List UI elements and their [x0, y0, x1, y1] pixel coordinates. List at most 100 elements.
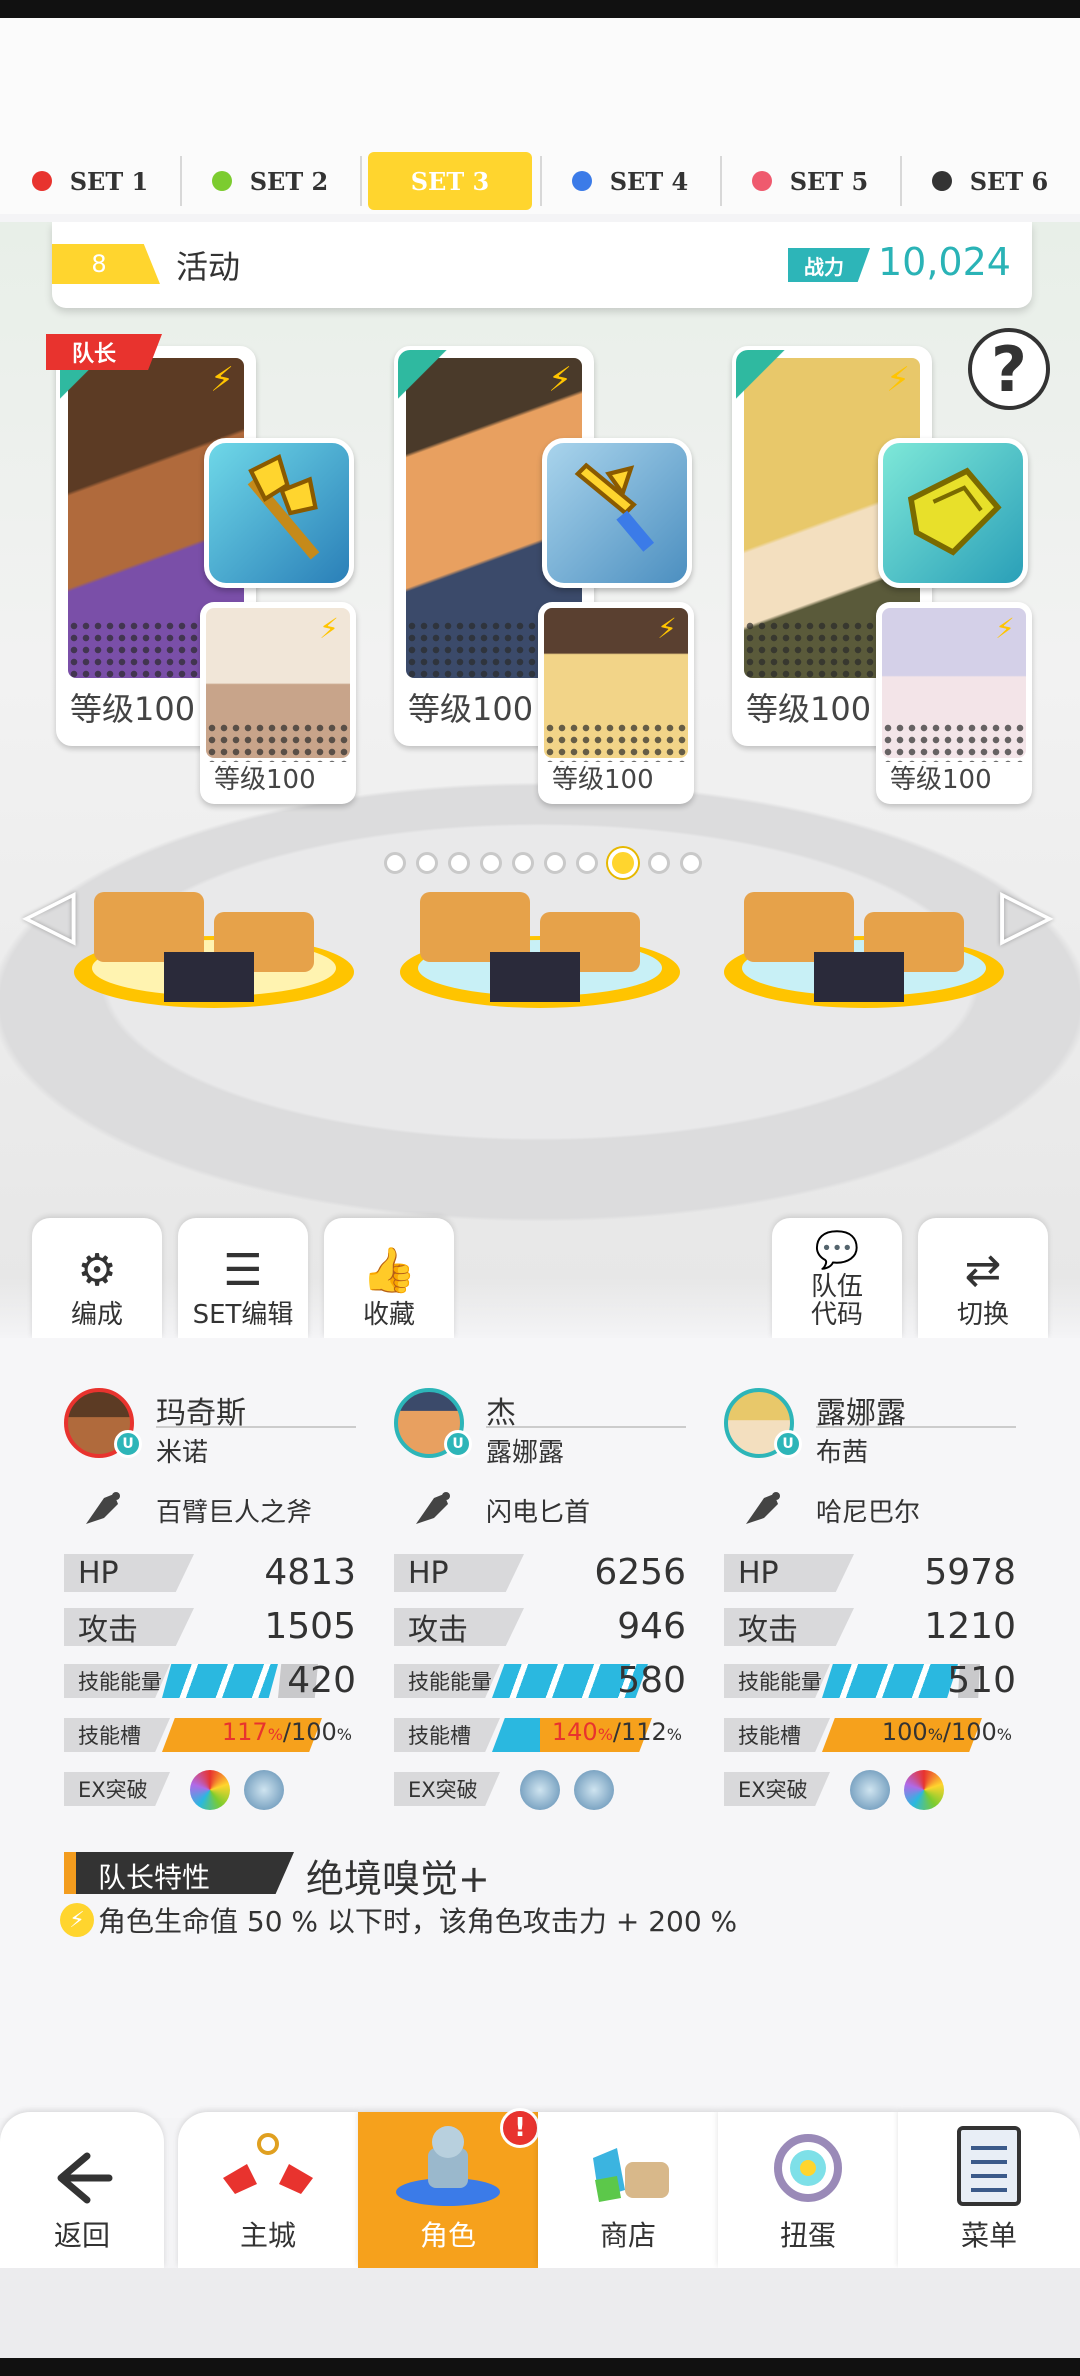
page-dot[interactable] — [448, 852, 470, 874]
tab-set-1[interactable]: SET 1 — [0, 148, 180, 214]
team-number: 8 — [52, 244, 160, 284]
slot-current: 140 — [551, 1718, 598, 1746]
lightning-icon: ⚡ — [657, 612, 677, 645]
switch-button[interactable]: ⇄ 切换 — [918, 1218, 1048, 1338]
notification-badge: ! — [500, 2108, 540, 2148]
skill-slot-label: 技能槽 — [64, 1718, 170, 1752]
sub-hero-3[interactable]: ⚡ 等级100 — [876, 602, 1032, 804]
leader-skill-text: 角色生命值 50 % 以下时，该角色攻击力 + 200 % — [98, 1905, 738, 1938]
hp-label: HP — [724, 1554, 854, 1592]
page-dot[interactable] — [680, 852, 702, 874]
page-dot-active[interactable] — [608, 848, 638, 878]
skill-energy-stat: 技能能量 510 — [724, 1660, 1016, 1702]
help-icon[interactable]: ? — [968, 328, 1050, 410]
u-badge-icon: U — [774, 1430, 802, 1458]
lightning-icon: ⚡ — [319, 612, 339, 645]
tab-set-5[interactable]: SET 5 — [720, 148, 900, 214]
page-dot[interactable] — [576, 852, 598, 874]
attack-stat: 攻击 1210 — [724, 1606, 1016, 1648]
prev-arrow-icon[interactable]: ◁ — [22, 872, 76, 954]
page-dot[interactable] — [512, 852, 534, 874]
hero-level: 等级100 — [408, 690, 534, 728]
skill-slot-label: 技能槽 — [724, 1718, 830, 1752]
rarity-stars-icon — [736, 350, 796, 410]
gauntlet-icon — [907, 467, 1002, 556]
skill-slot-stat: 技能槽 100%/100% — [724, 1714, 1016, 1756]
top-spacer — [0, 18, 1080, 148]
character-icon — [396, 2126, 500, 2206]
formation-button[interactable]: ⚙ 编成 — [32, 1218, 162, 1338]
skill-energy-value: 420 — [287, 1660, 356, 1701]
nav-gacha[interactable]: 扭蛋 — [718, 2112, 898, 2268]
sub-hero-name: 米诺 — [156, 1438, 209, 1468]
divider — [156, 1426, 356, 1428]
nav-town[interactable]: 主城 — [178, 2112, 358, 2268]
formation-platform-1[interactable] — [64, 872, 364, 1012]
nav-character[interactable]: 角色 ! — [358, 2108, 540, 2268]
back-button[interactable]: 返回 — [0, 2112, 164, 2268]
weapon-slot-3[interactable] — [878, 438, 1028, 588]
favorites-button[interactable]: 👍 收藏 — [324, 1218, 454, 1338]
axe-icon — [247, 454, 320, 560]
hero-level: 等级100 — [70, 690, 196, 728]
leader-tag: 队长 — [46, 334, 162, 370]
sub-hero-name: 布茜 — [816, 1438, 869, 1468]
weapon-slot-2[interactable] — [542, 438, 692, 588]
skill-slot-label: 技能槽 — [394, 1718, 500, 1752]
hp-value: 5978 — [924, 1552, 1016, 1593]
tab-set-3[interactable]: SET 3 — [360, 148, 540, 214]
back-arrow-icon — [57, 2152, 113, 2204]
skill-energy-bar — [162, 1664, 278, 1698]
team-name[interactable]: 活动 — [176, 242, 240, 288]
weapon-slot-icon — [416, 1492, 450, 1524]
slot-max: /100 — [942, 1718, 997, 1746]
hp-stat: HP 6256 — [394, 1552, 686, 1594]
page-dot[interactable] — [416, 852, 438, 874]
weapon-name: 闪电匕首 — [486, 1498, 591, 1528]
lightning-icon: ⚡ — [995, 612, 1015, 645]
tab-label: SET 4 — [609, 166, 689, 196]
tab-label: SET 2 — [249, 166, 329, 196]
skill-energy-label: 技能能量 — [394, 1664, 500, 1698]
nav-menu[interactable]: 菜单 — [898, 2112, 1080, 2268]
next-arrow-icon[interactable]: ▷ — [1000, 872, 1054, 954]
gacha-label: 扭蛋 — [779, 2219, 836, 2252]
divider — [486, 1426, 686, 1428]
attack-label: 攻击 — [64, 1608, 194, 1646]
sub-hero-name: 露娜露 — [486, 1438, 565, 1468]
shop-label: 商店 — [599, 2219, 656, 2252]
bottom-nav: 返回 主城 角色 ! 商店 扭蛋 菜单 — [0, 2108, 1080, 2268]
thumbs-up-icon: 👍 — [361, 1245, 417, 1297]
set-tabs: SET 1 SET 2 SET 3 SET 4 SET 5 SET 6 — [0, 148, 1080, 214]
tab-label: SET 5 — [789, 166, 869, 196]
chat-bubble-icon: 💬 — [814, 1229, 860, 1271]
menu-list-icon — [957, 2126, 1021, 2206]
rarity-stars-icon — [398, 350, 458, 410]
weapon-slot-1[interactable] — [204, 438, 354, 588]
sub-hero-2[interactable]: ⚡ 等级100 — [538, 602, 694, 804]
ex-break-stat: EX突破 — [394, 1768, 686, 1810]
formation-platform-3[interactable] — [714, 872, 1014, 1012]
formation-platform-2[interactable] — [390, 872, 690, 1012]
ex-break-label: EX突破 — [394, 1772, 500, 1806]
page-dot[interactable] — [544, 852, 566, 874]
set-edit-button[interactable]: ☰ SET编辑 — [178, 1218, 308, 1338]
tab-set-2[interactable]: SET 2 — [180, 148, 360, 214]
sub-hero-1[interactable]: ⚡ 等级100 — [200, 602, 356, 804]
attack-label: 攻击 — [394, 1608, 524, 1646]
page-dot[interactable] — [648, 852, 670, 874]
tab-set-4[interactable]: SET 4 — [540, 148, 720, 214]
page-dot[interactable] — [480, 852, 502, 874]
slot-current: 117 — [221, 1718, 268, 1746]
slot-max: /112 — [612, 1718, 667, 1746]
attack-value: 946 — [617, 1606, 686, 1647]
list-icon: ☰ — [223, 1245, 263, 1297]
nav-shop[interactable]: 商店 — [538, 2112, 718, 2268]
team-code-button[interactable]: 💬 队伍 代码 — [772, 1218, 902, 1338]
tab-set-6[interactable]: SET 6 — [900, 148, 1080, 214]
formation-label: 编成 — [70, 1300, 123, 1331]
page-dot[interactable] — [384, 852, 406, 874]
ex-star-icon — [574, 1770, 614, 1810]
shop-icon — [593, 2148, 669, 2202]
power-label: 战力 — [788, 248, 870, 282]
